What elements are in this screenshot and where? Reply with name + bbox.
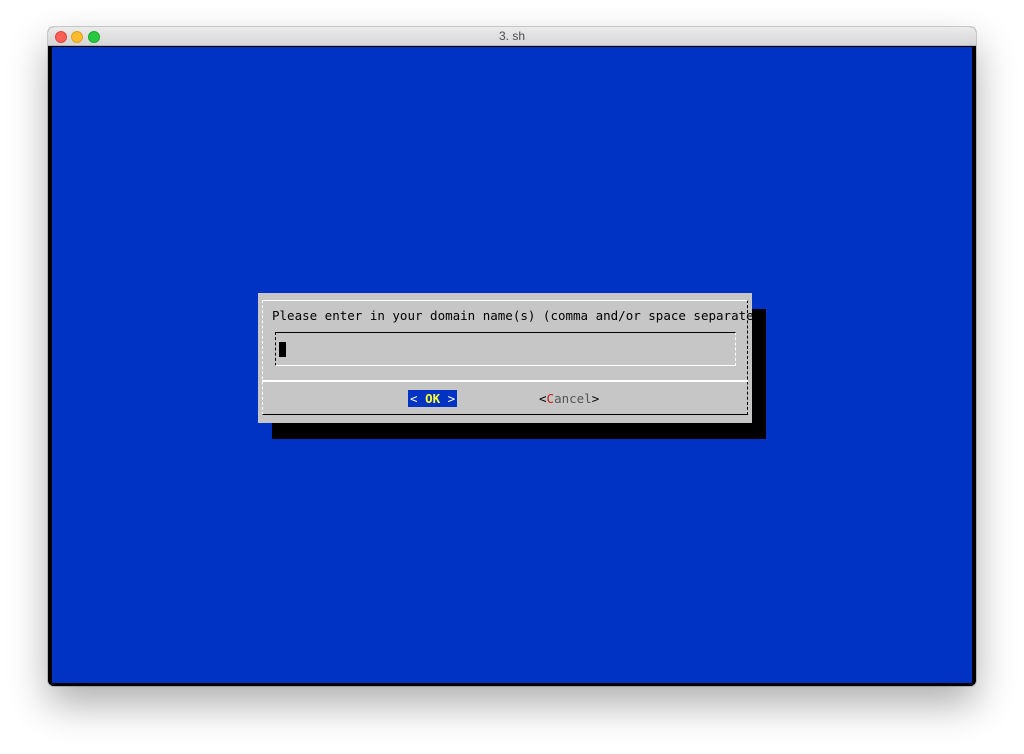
cancel-button-left-bracket: < [539,391,547,406]
ok-button-right-bracket: > [440,391,456,406]
ok-button-left-bracket: < [410,391,426,406]
terminal-window: 3. sh Please enter in your domain name(s… [48,27,976,686]
ok-button[interactable]: < OK > [408,390,458,407]
title-bar[interactable]: 3. sh [48,27,976,46]
dialog-backdrop: Please enter in your domain name(s) (com… [52,47,972,683]
cancel-button-hotkey: C [546,391,555,406]
domain-input-dialog: Please enter in your domain name(s) (com… [258,293,769,423]
cancel-button[interactable]: <Cancel> [539,390,599,407]
window-title: 3. sh [498,29,525,43]
cancel-button-right-bracket: > [591,391,600,406]
dialog-prompt: Please enter in your domain name(s) (com… [272,308,769,323]
terminal-area[interactable]: Please enter in your domain name(s) (com… [48,46,976,686]
text-cursor [279,342,286,357]
button-separator [262,380,748,382]
domain-name-input[interactable] [275,332,736,366]
ok-button-label: OK [425,391,441,406]
cancel-button-label: ancel [554,391,592,406]
